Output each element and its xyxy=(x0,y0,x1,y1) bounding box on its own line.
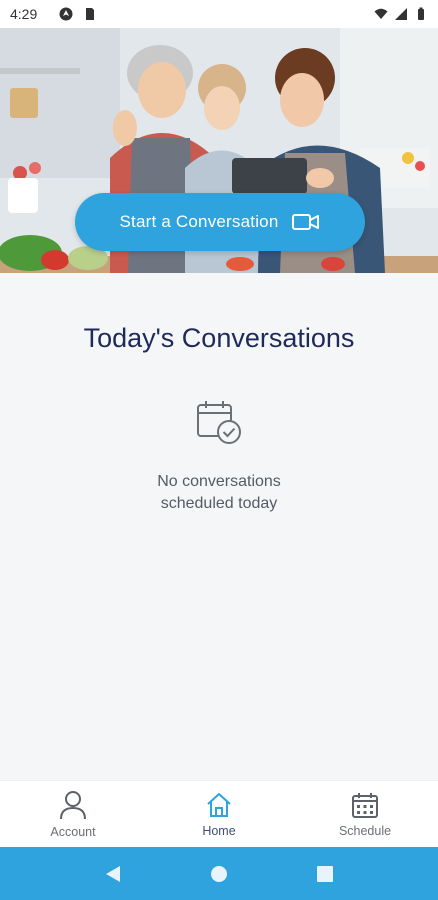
system-navigation-bar xyxy=(0,847,438,900)
start-conversation-label: Start a Conversation xyxy=(119,212,279,231)
home-icon xyxy=(207,792,231,817)
signal-icon xyxy=(395,8,407,20)
calendar-icon xyxy=(352,792,378,818)
page-title: Today's Conversations xyxy=(83,323,355,353)
back-icon xyxy=(106,865,120,882)
nav-label-home: Home xyxy=(202,823,236,838)
empty-state-message: No conversations scheduled today xyxy=(0,471,438,515)
wifi-icon xyxy=(374,8,388,19)
battery-icon xyxy=(418,7,424,20)
bottom-navigation: Account Home Schedule xyxy=(0,780,438,847)
empty-state-line-2: scheduled today xyxy=(160,495,278,512)
nav-label-schedule: Schedule xyxy=(338,823,392,838)
home-system-button[interactable] xyxy=(207,862,231,886)
nav-label-account: Account xyxy=(50,824,96,839)
status-time: 4:29 xyxy=(10,6,38,22)
nav-item-home[interactable]: Home xyxy=(146,781,292,847)
nav-item-schedule[interactable]: Schedule xyxy=(292,781,438,847)
recents-button[interactable] xyxy=(313,862,337,886)
recents-icon xyxy=(317,865,333,882)
person-icon xyxy=(60,790,86,819)
empty-state-line-1: No conversations xyxy=(157,473,281,490)
main-content: Today's Conversations No conversations s… xyxy=(0,273,438,780)
calendar-check-icon xyxy=(197,401,241,444)
home-circle-icon xyxy=(211,865,227,882)
back-button[interactable] xyxy=(101,862,125,886)
status-bar: 4:29 xyxy=(0,0,438,28)
video-camera-icon xyxy=(292,214,320,230)
location-icon xyxy=(59,7,73,21)
nav-item-account[interactable]: Account xyxy=(0,781,146,847)
start-conversation-button[interactable]: Start a Conversation xyxy=(75,193,365,251)
sim-card-icon xyxy=(86,8,95,20)
